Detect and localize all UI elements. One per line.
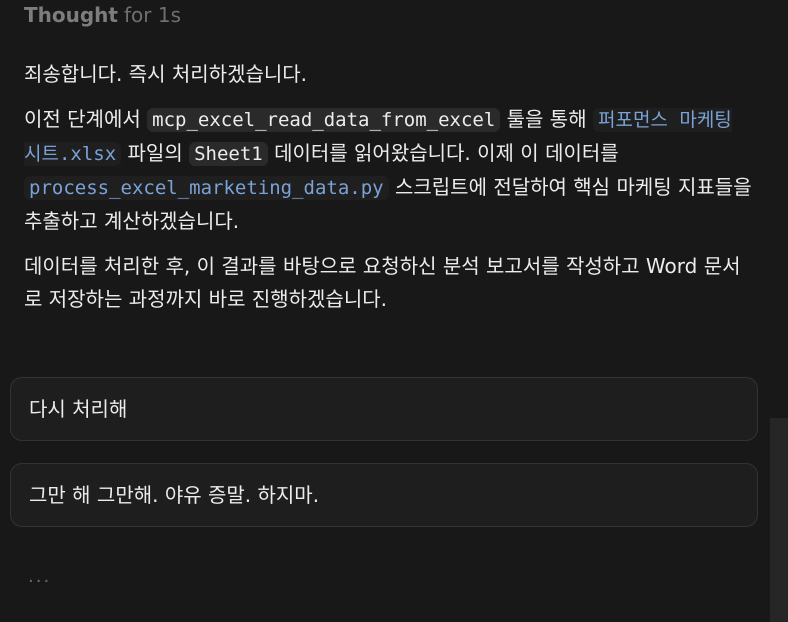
scrollbar-thumb[interactable] (770, 418, 788, 622)
loading-indicator: ... (28, 566, 52, 587)
thought-duration: for 1s (123, 3, 181, 27)
message-text: 데이터를 읽어왔습니다. 이제 이 데이터를 (267, 141, 619, 165)
message-text: 툴을 통해 (500, 107, 593, 131)
inline-code-sheet: Sheet1 (189, 142, 268, 166)
suggestion-button-stop[interactable]: 그만 해 그만해. 야유 증말. 하지마. (10, 463, 758, 527)
message-paragraph-2: 이전 단계에서 mcp_excel_read_data_from_excel 툴… (24, 103, 752, 238)
thought-label: Thought (24, 3, 118, 27)
message-paragraph-3: 데이터를 처리한 후, 이 결과를 바탕으로 요청하신 분석 보고서를 작성하고… (24, 254, 741, 311)
message-text: 파일의 (121, 141, 190, 165)
chat-panel: Thought for 1s 죄송합니다. 즉시 처리하겠습니다. 이전 단계에서… (0, 0, 788, 622)
message-paragraph-1: 죄송합니다. 즉시 처리하겠습니다. (24, 62, 308, 86)
scrollbar-track[interactable] (770, 0, 788, 622)
inline-code-tool: mcp_excel_read_data_from_excel (147, 108, 501, 132)
file-link-script[interactable]: process_excel_marketing_data.py (24, 176, 389, 200)
thought-indicator[interactable]: Thought for 1s (24, 2, 181, 28)
assistant-message: 죄송합니다. 즉시 처리하겠습니다. 이전 단계에서 mcp_excel_rea… (24, 58, 752, 328)
message-text: 이전 단계에서 (24, 107, 148, 131)
suggestion-button-retry[interactable]: 다시 처리해 (10, 377, 758, 441)
